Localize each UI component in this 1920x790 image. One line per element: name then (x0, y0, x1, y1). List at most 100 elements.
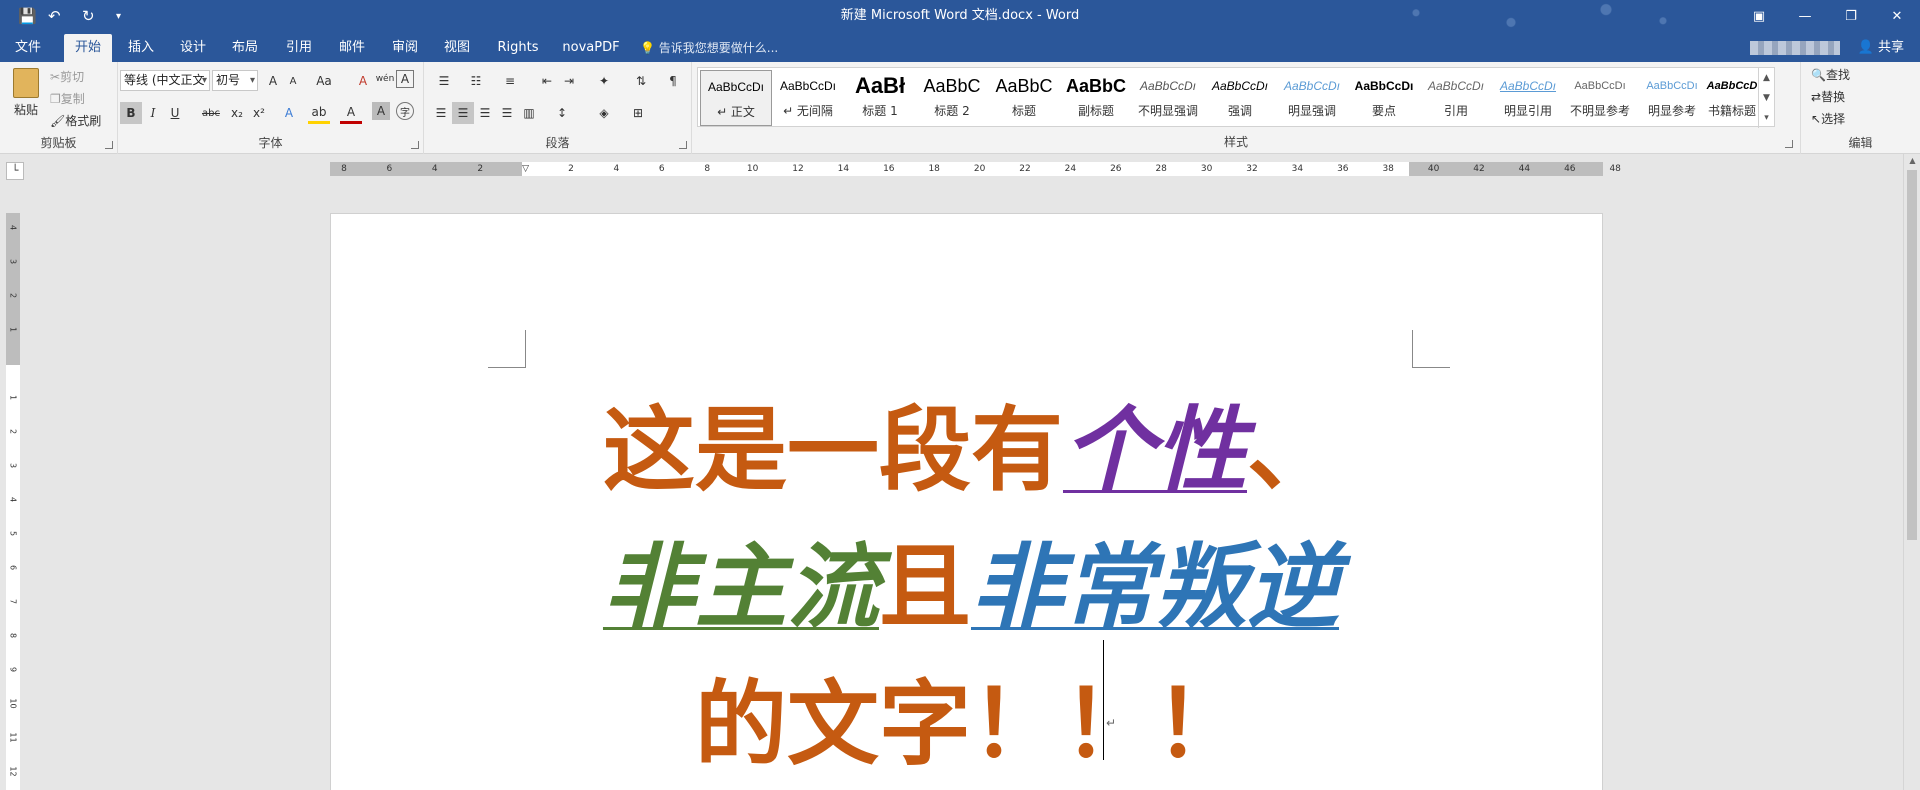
style-intense-emphasis[interactable]: AaBbCcDı 明显强调 (1276, 70, 1348, 126)
share-button[interactable]: 👤 共享 (1858, 34, 1904, 62)
shrink-font-button[interactable]: A (282, 70, 304, 92)
line-spacing-icon[interactable]: ↕ (548, 102, 576, 124)
bold-button[interactable]: B (120, 102, 142, 124)
chevron-down-icon[interactable]: ▼ (1759, 88, 1774, 108)
font-name-select[interactable]: 等线 (中文正文 (120, 70, 210, 91)
align-left-icon[interactable]: ☰ (430, 102, 452, 124)
style-normal[interactable]: AaBbCcDı ↵ 正文 (700, 70, 772, 126)
style-intense-quote[interactable]: AaBbCcDı 明显引用 (1492, 70, 1564, 126)
font-launcher-icon[interactable] (411, 141, 419, 149)
subscript-button[interactable]: x₂ (226, 102, 248, 124)
text-run[interactable]: 这是一段有 (603, 397, 1063, 504)
restore-button[interactable]: ❐ (1828, 0, 1874, 32)
distributed-icon[interactable]: ▥ (518, 102, 540, 124)
multilevel-list-icon[interactable]: ≡ (496, 70, 524, 92)
ribbon-display-icon[interactable]: ▣ (1736, 0, 1782, 32)
asian-layout-icon[interactable]: ✦ (590, 70, 618, 92)
format-painter-button[interactable]: 🖌 格式刷 (50, 112, 101, 129)
text-effects-icon[interactable]: A (278, 102, 300, 124)
style-strong[interactable]: AaBbCcDı 要点 (1348, 70, 1420, 126)
style-book-title[interactable]: AaBbCcD 书籍标题 (1706, 70, 1758, 126)
style-subtle-reference[interactable]: AaBbCcDı 不明显参考 (1564, 70, 1636, 126)
document-page[interactable]: 这是一段有个性、非主流且非常叛逆的文字！！！ ↵ (330, 213, 1603, 790)
close-button[interactable]: ✕ (1874, 0, 1920, 32)
tab-home[interactable]: 开始 (64, 34, 112, 62)
font-color-icon[interactable]: A (340, 102, 362, 124)
scrollbar-thumb[interactable] (1907, 170, 1917, 540)
tab-selector[interactable]: └ (6, 162, 24, 180)
shading-icon[interactable]: ◈ (590, 102, 618, 124)
copy-button[interactable]: ❐ 复制 (50, 90, 85, 107)
styles-launcher-icon[interactable] (1785, 140, 1793, 148)
underline-button[interactable]: U (164, 102, 186, 124)
tab-view[interactable]: 视图 (436, 34, 478, 62)
undo-icon[interactable]: ↶ (48, 0, 61, 32)
align-center-icon[interactable]: ☰ (452, 102, 474, 124)
style-subtle-emphasis[interactable]: AaBbCcDı 不明显强调 (1132, 70, 1204, 126)
select-button[interactable]: ↖ 选择 (1811, 110, 1845, 127)
italic-button[interactable]: I (142, 102, 164, 124)
horizontal-ruler[interactable]: 8 6 4 2 ▽ 2 4 6 8 10 12 14 16 18 20 22 24 26 28 30 32 34 36 38 4… (330, 162, 1621, 176)
style-subtitle[interactable]: AaBbC 副标题 (1060, 70, 1132, 126)
character-border-icon[interactable]: A (396, 70, 414, 88)
tab-rights[interactable]: Rights (494, 34, 542, 62)
more-styles-icon[interactable]: ▾ (1759, 108, 1774, 128)
style-heading-2[interactable]: AaBbC 标题 2 (916, 70, 988, 126)
style-intense-reference[interactable]: AaBbCcDı 明显参考 (1636, 70, 1708, 126)
text-run[interactable]: 且 (879, 534, 971, 641)
align-right-icon[interactable]: ☰ (474, 102, 496, 124)
clear-formatting-icon[interactable]: A (352, 70, 374, 92)
tab-novapdf[interactable]: novaPDF (560, 34, 622, 62)
save-icon[interactable]: 💾 (18, 0, 37, 32)
justify-icon[interactable]: ☰ (496, 102, 518, 124)
tab-file[interactable]: 文件 (8, 34, 48, 62)
decrease-indent-icon[interactable]: ⇤ (536, 70, 558, 92)
font-size-select[interactable]: 初号 (212, 70, 258, 91)
text-run[interactable]: 的文字！！！ (695, 671, 1247, 778)
style-title[interactable]: AaBbC 标题 (988, 70, 1060, 126)
text-run[interactable]: 非常叛逆 (971, 534, 1339, 641)
style-quote[interactable]: AaBbCcDı 引用 (1420, 70, 1492, 126)
tab-mailings[interactable]: 邮件 (331, 34, 373, 62)
change-case-button[interactable]: Aa (310, 70, 338, 92)
document-body-text[interactable]: 这是一段有个性、非主流且非常叛逆的文字！！！ (561, 382, 1381, 790)
phonetic-guide-button[interactable]: wén (374, 68, 396, 90)
bullets-icon[interactable]: ☰ (430, 70, 458, 92)
chevron-up-icon[interactable]: ▲ (1759, 68, 1774, 88)
tab-layout[interactable]: 布局 (224, 34, 266, 62)
show-marks-icon[interactable]: ¶ (662, 70, 684, 92)
clipboard-launcher-icon[interactable] (105, 141, 113, 149)
superscript-button[interactable]: x² (248, 102, 270, 124)
vertical-scrollbar[interactable]: ▲ (1903, 154, 1920, 790)
text-run[interactable]: 非主流 (603, 534, 879, 641)
style-no-spacing[interactable]: AaBbCcDı ↵ 无间隔 (772, 70, 844, 126)
style-heading-1[interactable]: AaBł 标题 1 (844, 70, 916, 126)
account-name[interactable] (1750, 41, 1840, 55)
character-shading-icon[interactable]: A (372, 102, 390, 120)
replace-button[interactable]: ⇄ 替换 (1811, 88, 1845, 105)
style-emphasis[interactable]: AaBbCcDı 强调 (1204, 70, 1276, 126)
customize-quick-access-icon[interactable]: ▾ (116, 0, 121, 32)
minimize-button[interactable]: — (1782, 0, 1828, 32)
redo-icon[interactable]: ↻ (82, 0, 95, 32)
highlight-icon[interactable]: ab (308, 102, 330, 124)
numbering-icon[interactable]: ☷ (462, 70, 490, 92)
tab-review[interactable]: 审阅 (384, 34, 426, 62)
cut-button[interactable]: ✂ 剪切 (50, 68, 84, 85)
scroll-up-icon[interactable]: ▲ (1904, 154, 1920, 168)
find-button[interactable]: 🔍 查找 (1811, 66, 1850, 83)
text-run[interactable]: 个性 (1063, 397, 1247, 504)
tell-me-search[interactable]: 💡 告诉我您想要做什么... (640, 34, 778, 62)
text-run[interactable]: 、 (1247, 397, 1339, 504)
paragraph-launcher-icon[interactable] (679, 141, 687, 149)
strikethrough-button[interactable]: abc (198, 102, 224, 124)
paste-button[interactable]: 粘贴 (8, 68, 44, 128)
tab-design[interactable]: 设计 (172, 34, 214, 62)
increase-indent-icon[interactable]: ⇥ (558, 70, 580, 92)
tab-references[interactable]: 引用 (278, 34, 320, 62)
vertical-ruler[interactable]: 4 3 2 1 1 2 3 4 5 6 7 8 9 10 11 12 (6, 213, 20, 790)
tab-insert[interactable]: 插入 (120, 34, 162, 62)
enclose-characters-icon[interactable]: 字 (396, 102, 414, 120)
sort-icon[interactable]: ⇅ (630, 70, 652, 92)
styles-scroll[interactable]: ▲ ▼ ▾ (1758, 68, 1774, 128)
